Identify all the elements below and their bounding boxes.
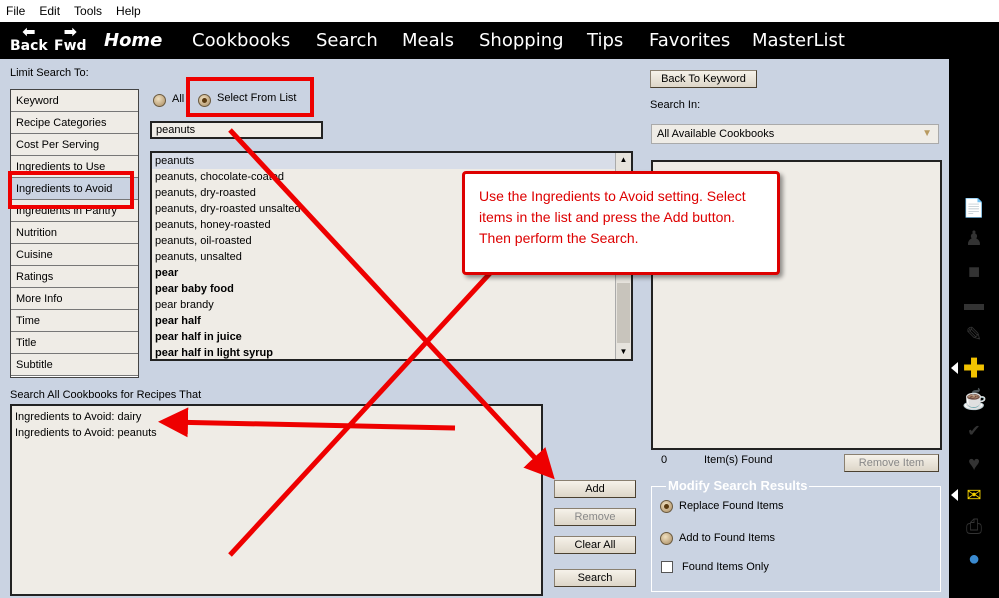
- arrow-to-criteria: [158, 407, 456, 438]
- annotation-arrows: [158, 128, 567, 557]
- instruction-callout: Use the Ingredients to Avoid setting. Se…: [462, 171, 780, 275]
